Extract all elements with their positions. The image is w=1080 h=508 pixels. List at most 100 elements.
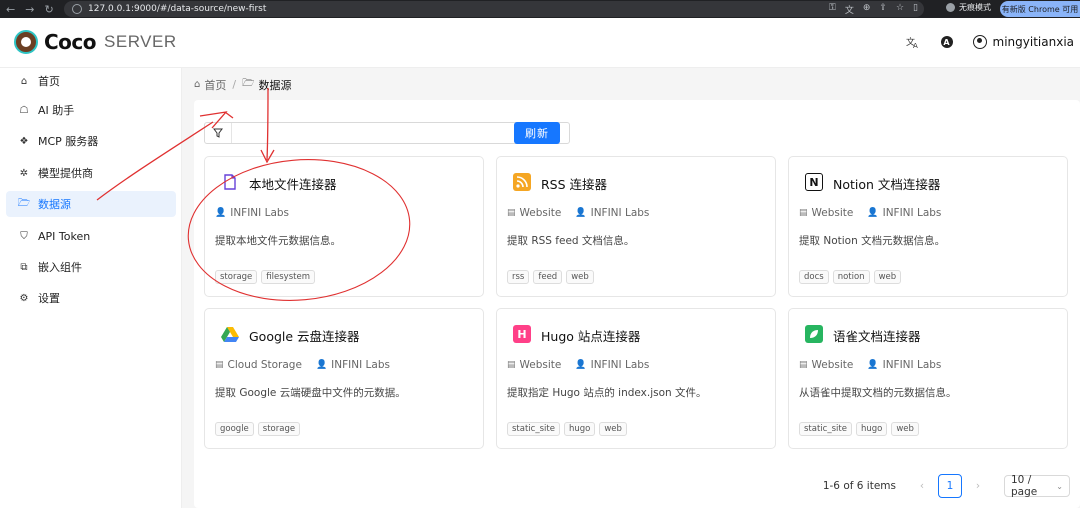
folder-icon: 🗁 [242, 78, 255, 89]
page-size-select[interactable]: 10 / page ⌄ [1004, 474, 1070, 498]
file-icon [221, 173, 239, 191]
share-icon[interactable]: ⇪ [879, 3, 887, 16]
chevron-down-icon: ⌄ [1056, 481, 1063, 491]
connector-category: Website [519, 207, 562, 219]
connector-meta: ▤ Cloud Storage 👤 INFINI Labs [215, 359, 404, 371]
tag: feed [533, 270, 563, 284]
bookmark-star-icon[interactable]: ☆ [896, 3, 904, 16]
sidebar-item-embed[interactable]: ⧉ 嵌入组件 [6, 254, 176, 280]
sidebar-item-model-provider[interactable]: ✲ 模型提供商 [6, 160, 176, 186]
sidebar-item-ai-assistant[interactable]: ☖ AI 助手 [6, 97, 176, 123]
theme-toggle-icon[interactable]: A [939, 34, 955, 50]
yuque-icon [805, 325, 823, 343]
incognito-indicator[interactable]: 无痕模式 [946, 2, 991, 13]
translate-icon[interactable]: 文 [845, 3, 854, 16]
tag: web [891, 422, 919, 436]
mcp-icon: ❖ [19, 135, 29, 147]
embed-icon: ⧉ [20, 261, 28, 273]
next-page-icon[interactable]: › [968, 480, 988, 492]
connector-description: 提取 Google 云端硬盘中文件的元数据。 [215, 387, 406, 399]
app-header: Coco SERVER 文A A mingyitianxia [0, 18, 1080, 68]
key-icon[interactable]: ⚿ [829, 3, 836, 16]
connector-meta: 👤 INFINI Labs [215, 207, 303, 219]
author-icon: 👤 [315, 360, 328, 370]
tag: web [873, 270, 902, 284]
connector-card-local-file[interactable]: 本地文件连接器 👤 INFINI Labs 提取本地文件元数据信息。 storag… [204, 156, 484, 297]
sidebar-item-mcp-server[interactable]: ❖ MCP 服务器 [6, 128, 176, 154]
website-icon: ▤ [507, 360, 516, 370]
back-icon[interactable]: ← [6, 3, 15, 16]
brand-logo[interactable]: Coco SERVER [14, 30, 177, 54]
connector-card-yuque[interactable]: 语雀文档连接器 ▤ Website 👤 INFINI Labs 从语雀中提取文档的元… [788, 308, 1068, 449]
connector-description: 提取 RSS feed 文档信息。 [507, 235, 635, 247]
browser-toolbar: ← → ↻ 127.0.0.1:9000/#/data-source/new-f… [0, 0, 1080, 18]
google-drive-icon [221, 325, 239, 343]
connector-author: INFINI Labs [882, 207, 942, 219]
connector-tags: docs notion web [799, 270, 905, 284]
connector-tags: rss feed web [507, 270, 598, 284]
hugo-icon: H [513, 325, 531, 343]
chrome-update-button[interactable]: 有新版 Chrome 可用 [1000, 1, 1080, 17]
user-avatar-icon[interactable] [972, 35, 987, 49]
sidebar-toggle-icon[interactable]: ▯ [913, 3, 918, 16]
connector-title: 语雀文档连接器 [833, 329, 921, 344]
brand-sub: SERVER [104, 32, 177, 51]
page-size-value: 10 / page [1011, 474, 1038, 498]
language-icon[interactable]: 文A [905, 34, 921, 50]
connector-author: INFINI Labs [590, 207, 650, 219]
forward-icon[interactable]: → [25, 3, 34, 16]
home-icon: ⌂ [194, 79, 201, 90]
website-icon: ▤ [507, 208, 516, 218]
sidebar-item-data-source[interactable]: 🗁 数据源 [6, 191, 176, 217]
connector-title: RSS 连接器 [541, 177, 608, 192]
folder-icon: 🗁 [17, 197, 31, 209]
main-content: ⌂ 首页 / 🗁 数据源 刷新 本地文件连接器 👤 INFINI Labs 提取本… [182, 68, 1080, 508]
sidebar-item-label: API Token [38, 229, 91, 243]
sidebar-item-home[interactable]: ⌂ 首页 [6, 68, 176, 94]
refresh-button[interactable]: 刷新 [514, 122, 560, 144]
site-info-icon[interactable] [72, 4, 82, 14]
connector-description: 提取 Notion 文档元数据信息。 [799, 235, 946, 247]
home-icon: ⌂ [20, 75, 28, 87]
breadcrumb-home[interactable]: 首页 [204, 77, 226, 93]
connector-meta: ▤ Website 👤 INFINI Labs [507, 207, 663, 219]
tag: docs [799, 270, 829, 284]
connector-title: Google 云盘连接器 [249, 329, 360, 344]
connector-category: Website [811, 359, 854, 371]
filter-button[interactable] [205, 123, 232, 143]
svg-text:A: A [913, 42, 918, 49]
tag: web [599, 422, 627, 436]
tag: static_site [799, 422, 852, 436]
connector-description: 从语雀中提取文档的元数据信息。 [799, 387, 957, 399]
connector-author: INFINI Labs [882, 359, 942, 371]
zoom-icon[interactable]: ⊕ [863, 3, 871, 16]
pagination: 1-6 of 6 items ‹ 1 › 10 / page ⌄ [823, 474, 1070, 498]
connector-panel: 刷新 本地文件连接器 👤 INFINI Labs 提取本地文件元数据信息。 sto… [194, 100, 1080, 508]
username[interactable]: mingyitianxia [993, 35, 1074, 49]
tag: filesystem [261, 270, 315, 284]
website-icon: ▤ [799, 208, 808, 218]
connector-card-rss[interactable]: RSS 连接器 ▤ Website 👤 INFINI Labs 提取 RSS fee… [496, 156, 776, 297]
tag: storage [257, 422, 301, 436]
tag: storage [215, 270, 258, 284]
author-icon: 👤 [575, 208, 587, 218]
sidebar-item-settings[interactable]: ⚙ 设置 [6, 285, 176, 311]
breadcrumb: ⌂ 首页 / 🗁 数据源 [194, 76, 291, 93]
page-number-button[interactable]: 1 [938, 474, 962, 498]
connector-card-notion[interactable]: N Notion 文档连接器 ▤ Website 👤 INFINI Labs 提取 … [788, 156, 1068, 297]
tag: hugo [855, 422, 888, 436]
reload-icon[interactable]: ↻ [44, 3, 53, 16]
connector-category: Website [519, 359, 562, 371]
sidebar-item-label: MCP 服务器 [38, 135, 99, 148]
connector-tags: static_site hugo web [507, 422, 631, 436]
address-bar[interactable]: 127.0.0.1:9000/#/data-source/new-first ⚿… [64, 1, 924, 17]
search-input[interactable] [233, 124, 517, 144]
incognito-label: 无痕模式 [959, 3, 991, 12]
connector-description: 提取指定 Hugo 站点的 index.json 文件。 [507, 387, 707, 399]
cloud-storage-icon: ▤ [215, 360, 224, 370]
connector-card-google-drive[interactable]: Google 云盘连接器 ▤ Cloud Storage 👤 INFINI Labs… [204, 308, 484, 449]
connector-card-hugo[interactable]: H Hugo 站点连接器 ▤ Website 👤 INFINI Labs 提取指定 … [496, 308, 776, 449]
prev-page-icon[interactable]: ‹ [912, 480, 932, 492]
notion-icon: N [805, 173, 823, 191]
sidebar-item-api-token[interactable]: ⛉ API Token [6, 223, 176, 249]
